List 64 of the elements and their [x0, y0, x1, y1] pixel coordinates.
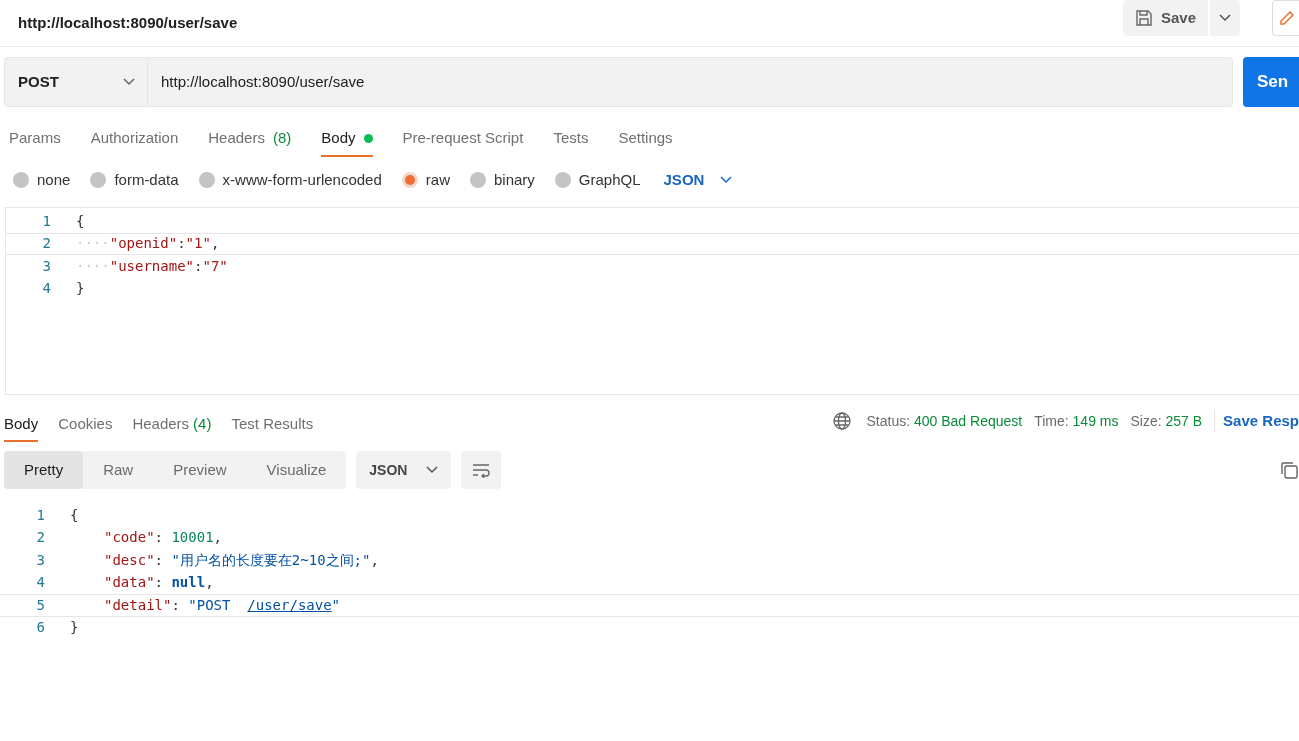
- code-line: ····"openid":"1",: [76, 234, 220, 254]
- body-type-radio[interactable]: raw: [401, 168, 450, 192]
- save-options-button[interactable]: [1210, 0, 1240, 36]
- send-button[interactable]: Sen: [1243, 57, 1299, 107]
- response-tab[interactable]: Headers (4): [132, 408, 212, 442]
- line-number: 1: [35, 505, 46, 525]
- globe-icon: [832, 412, 851, 430]
- response-stat: Time: 149 ms: [1034, 411, 1119, 431]
- code-line: "detail": "POST /user/save": [103, 595, 341, 615]
- code-line: "data": null,: [103, 573, 214, 593]
- body-type-radio[interactable]: x-www-form-urlencoded: [198, 168, 382, 192]
- line-number: 6: [35, 618, 46, 638]
- caret-icon: [720, 176, 733, 184]
- request-tab[interactable]: Params: [9, 121, 61, 157]
- response-format-dropdown[interactable]: JSON: [356, 451, 452, 489]
- code-line: }: [76, 279, 85, 299]
- line-number: 2: [35, 528, 46, 548]
- body-type-radio[interactable]: none: [13, 168, 71, 192]
- line-number: 3: [41, 256, 52, 276]
- request-tab[interactable]: Headers (8): [208, 121, 292, 157]
- line-number: 5: [35, 595, 46, 615]
- response-tab[interactable]: Cookies: [58, 408, 113, 442]
- url-field[interactable]: http://localhost:8090/user/save: [148, 57, 1233, 107]
- save-icon: [1134, 9, 1153, 27]
- format-dropdown[interactable]: JSON: [663, 168, 733, 192]
- line-number: 2: [41, 234, 52, 254]
- code-line: }: [70, 618, 79, 638]
- request-tab[interactable]: Settings: [618, 121, 673, 157]
- body-type-radio[interactable]: form-data: [90, 168, 179, 192]
- line-number: 1: [41, 211, 52, 231]
- wrap-button[interactable]: [461, 451, 502, 489]
- line-number: 4: [35, 573, 46, 593]
- line-number: 4: [41, 279, 52, 299]
- view-mode-tab[interactable]: Preview: [153, 451, 247, 489]
- body-type-radio[interactable]: GraphQL: [554, 168, 641, 192]
- view-mode-tab[interactable]: Pretty: [4, 451, 84, 489]
- view-mode-tab[interactable]: Visualize: [246, 451, 347, 489]
- code-line: "desc": "用户名的长度要在2~10之间;",: [103, 550, 379, 570]
- request-tab[interactable]: Body: [321, 121, 373, 157]
- response-tab[interactable]: Test Results: [231, 408, 314, 442]
- response-stat: Size: 257 B: [1130, 411, 1203, 431]
- code-line: {: [70, 505, 79, 525]
- request-tab[interactable]: Authorization: [90, 121, 179, 157]
- save-button[interactable]: Save: [1122, 0, 1208, 36]
- caret-icon: [1219, 14, 1231, 22]
- wrap-lines-icon: [471, 462, 492, 478]
- save-response-button[interactable]: Save Resp: [1223, 409, 1299, 433]
- edit-button[interactable]: [1272, 0, 1299, 36]
- caret-icon: [123, 78, 135, 86]
- response-tab[interactable]: Body: [4, 408, 39, 442]
- copy-icon[interactable]: [1279, 460, 1299, 480]
- request-tab[interactable]: Pre-request Script: [402, 121, 524, 157]
- request-title: http://localhost:8090/user/save: [18, 12, 239, 33]
- request-tab[interactable]: Tests: [553, 121, 589, 157]
- pencil-icon: [1279, 10, 1295, 26]
- response-stat: Status: 400 Bad Request: [866, 411, 1023, 431]
- view-mode-tab[interactable]: Raw: [83, 451, 154, 489]
- code-line: "code": 10001,: [103, 528, 223, 548]
- caret-icon: [426, 466, 439, 474]
- method-dropdown[interactable]: POST: [4, 57, 148, 107]
- code-line: {: [76, 211, 85, 231]
- code-line: ····"username":"7": [76, 256, 228, 276]
- line-number: 3: [35, 550, 46, 570]
- body-type-radio[interactable]: binary: [469, 168, 535, 192]
